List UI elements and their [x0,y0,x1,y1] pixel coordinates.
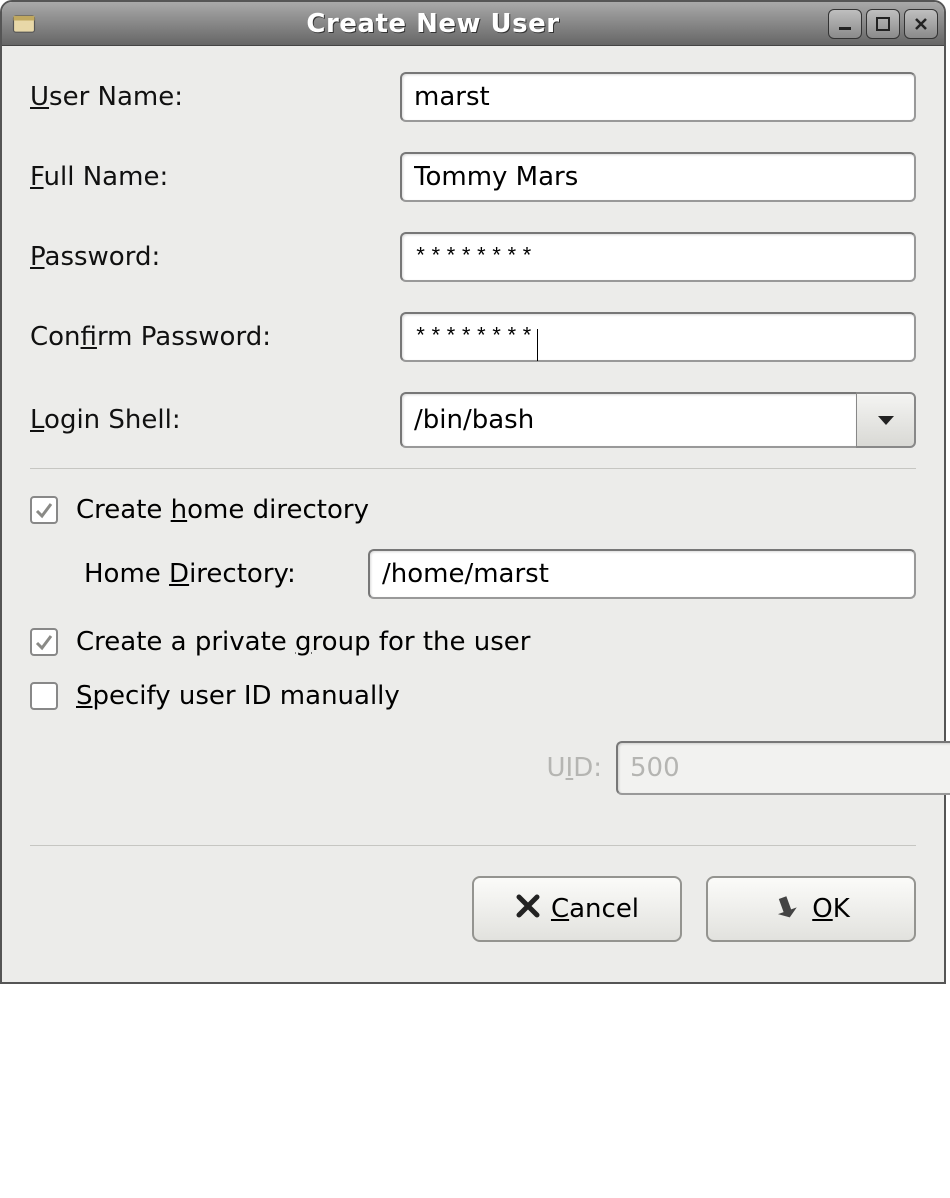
specify-uid-checkbox[interactable] [30,682,58,710]
titlebar[interactable]: Create New User [2,2,944,46]
separator [30,468,916,469]
separator-bottom [30,845,916,846]
close-button[interactable] [904,9,938,39]
button-bar: Cancel OK [30,872,916,972]
app-icon [10,10,38,38]
uid-label: UID: [547,753,602,783]
ok-button[interactable]: OK [706,876,916,942]
ok-button-label: OK [812,894,850,924]
login-shell-dropdown-button[interactable] [856,392,916,448]
password-label: Password: [30,242,400,272]
uid-input [616,741,950,795]
cancel-icon [515,893,541,926]
dialog-content: User Name: Full Name: Password: ********… [2,46,944,982]
cancel-button[interactable]: Cancel [472,876,682,942]
specify-uid-label: Specify user ID manually [76,681,400,711]
uid-spinbox [616,741,916,795]
maximize-button[interactable] [866,9,900,39]
private-group-label: Create a private group for the user [76,627,531,657]
confirm-password-label: Confirm Password: [30,322,400,352]
window-controls [828,9,938,39]
home-directory-input[interactable] [368,549,916,599]
password-input[interactable]: ******** [400,232,916,282]
full-name-label: Full Name: [30,162,400,192]
login-shell-combo[interactable] [400,392,916,448]
login-shell-label: Login Shell: [30,405,400,435]
login-shell-input[interactable] [400,392,856,448]
create-home-checkbox[interactable] [30,496,58,524]
private-group-checkbox[interactable] [30,628,58,656]
user-name-label: User Name: [30,82,400,112]
user-name-input[interactable] [400,72,916,122]
home-directory-label: Home Directory: [84,559,368,589]
chevron-down-icon [876,406,896,434]
full-name-input[interactable] [400,152,916,202]
confirm-password-input[interactable]: ******** [400,312,916,362]
create-user-dialog: Create New User User Name: Full Name: Pa… [0,0,946,984]
window-title: Create New User [38,9,828,39]
minimize-button[interactable] [828,9,862,39]
create-home-label: Create home directory [76,495,369,525]
cancel-button-label: Cancel [551,894,639,924]
ok-icon [772,893,802,926]
